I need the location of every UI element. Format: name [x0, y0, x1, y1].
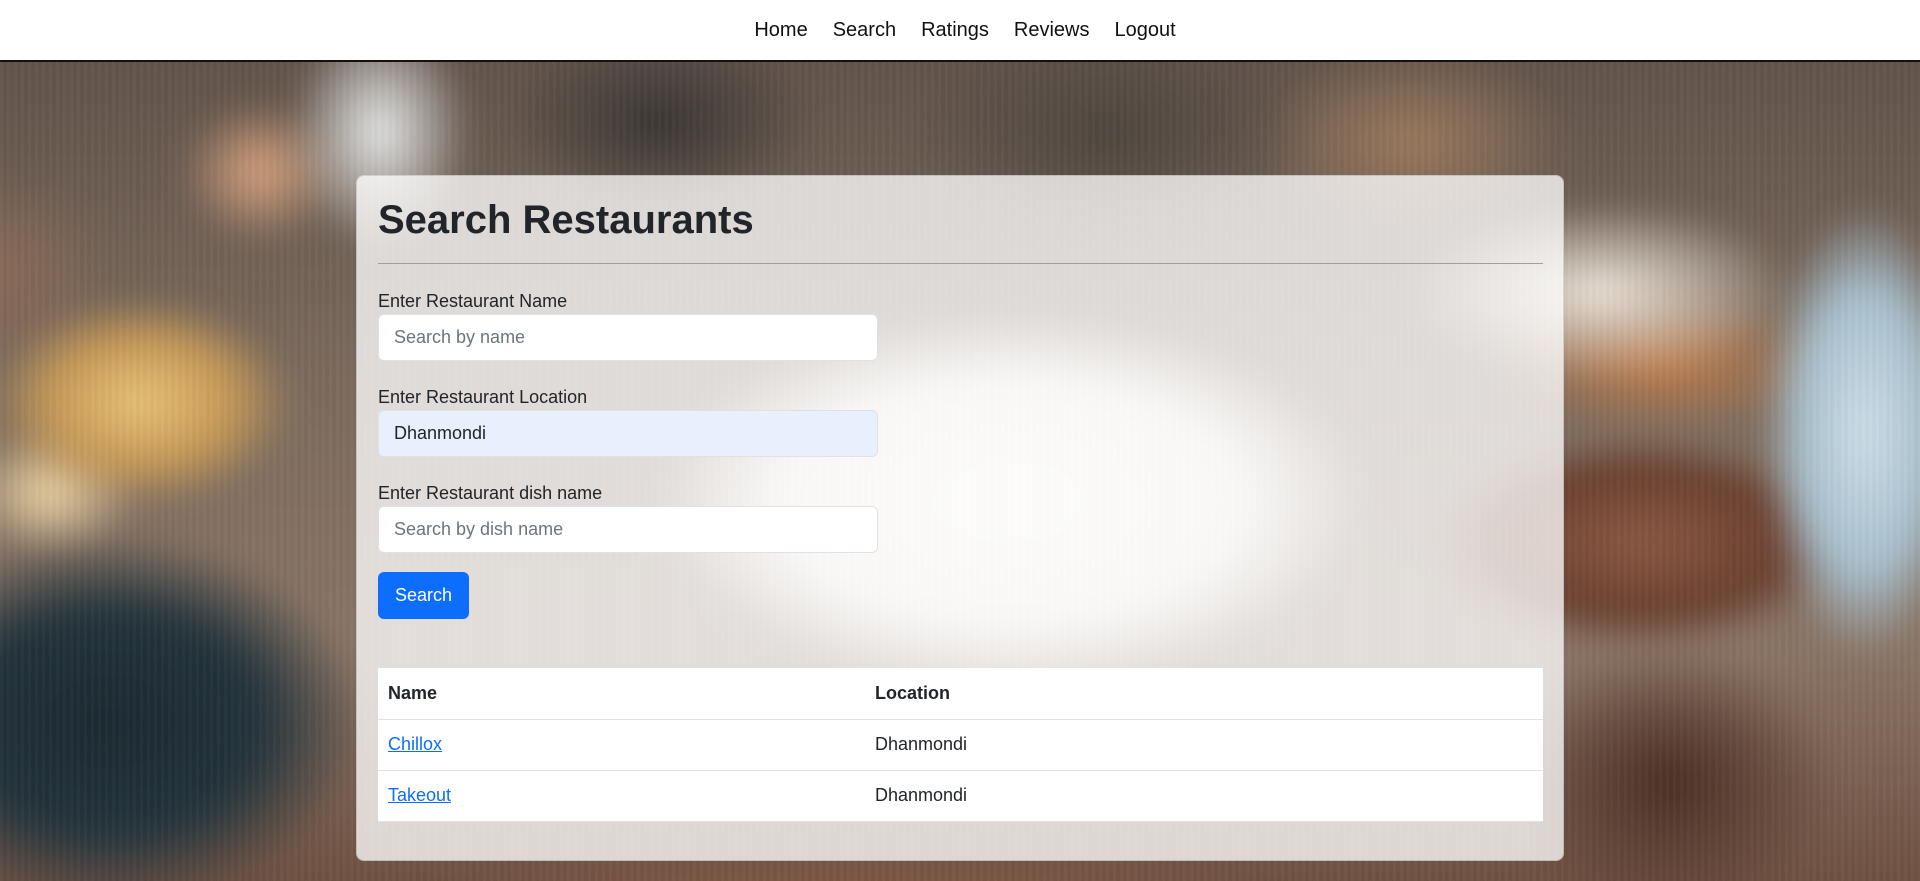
restaurant-name-cell: Chillox [378, 719, 865, 771]
restaurant-name-input[interactable] [378, 314, 878, 361]
column-header-name: Name [378, 668, 865, 720]
top-navbar: Home Search Ratings Reviews Logout [0, 0, 1920, 62]
page-title: Search Restaurants [378, 198, 754, 242]
nav-link-search[interactable]: Search [820, 19, 908, 42]
table-row: Takeout Dhanmondi [378, 770, 1543, 822]
restaurant-location-cell: Dhanmondi [865, 719, 1543, 771]
nav-links: Home Search Ratings Reviews Logout [742, 19, 1188, 42]
restaurant-location-input[interactable] [378, 410, 878, 457]
title-divider [378, 263, 1543, 264]
restaurant-name-cell: Takeout [378, 770, 865, 822]
location-field-label: Enter Restaurant Location [378, 387, 588, 407]
name-field-label: Enter Restaurant Name [378, 291, 568, 311]
table-header-row: Name Location [378, 668, 1543, 720]
search-button[interactable]: Search [378, 572, 469, 619]
column-header-location: Location [865, 668, 1543, 720]
restaurant-link[interactable]: Takeout [388, 785, 451, 805]
nav-link-reviews[interactable]: Reviews [1001, 19, 1102, 42]
nav-link-logout[interactable]: Logout [1102, 19, 1188, 42]
table-row: Chillox Dhanmondi [378, 719, 1543, 771]
nav-link-ratings[interactable]: Ratings [909, 19, 1002, 42]
results-table-body: Chillox Dhanmondi Takeout Dhanmondi [378, 719, 1543, 822]
results-table-header: Name Location [378, 668, 1543, 720]
search-card: Search Restaurants Enter Restaurant Name… [356, 175, 1564, 861]
restaurant-location-cell: Dhanmondi [865, 770, 1543, 822]
dish-field-label: Enter Restaurant dish name [378, 483, 603, 503]
results-table: Name Location Chillox Dhanmondi Takeout … [378, 668, 1543, 822]
restaurant-link[interactable]: Chillox [388, 734, 442, 754]
dish-name-input[interactable] [378, 506, 878, 553]
nav-link-home[interactable]: Home [742, 19, 820, 42]
